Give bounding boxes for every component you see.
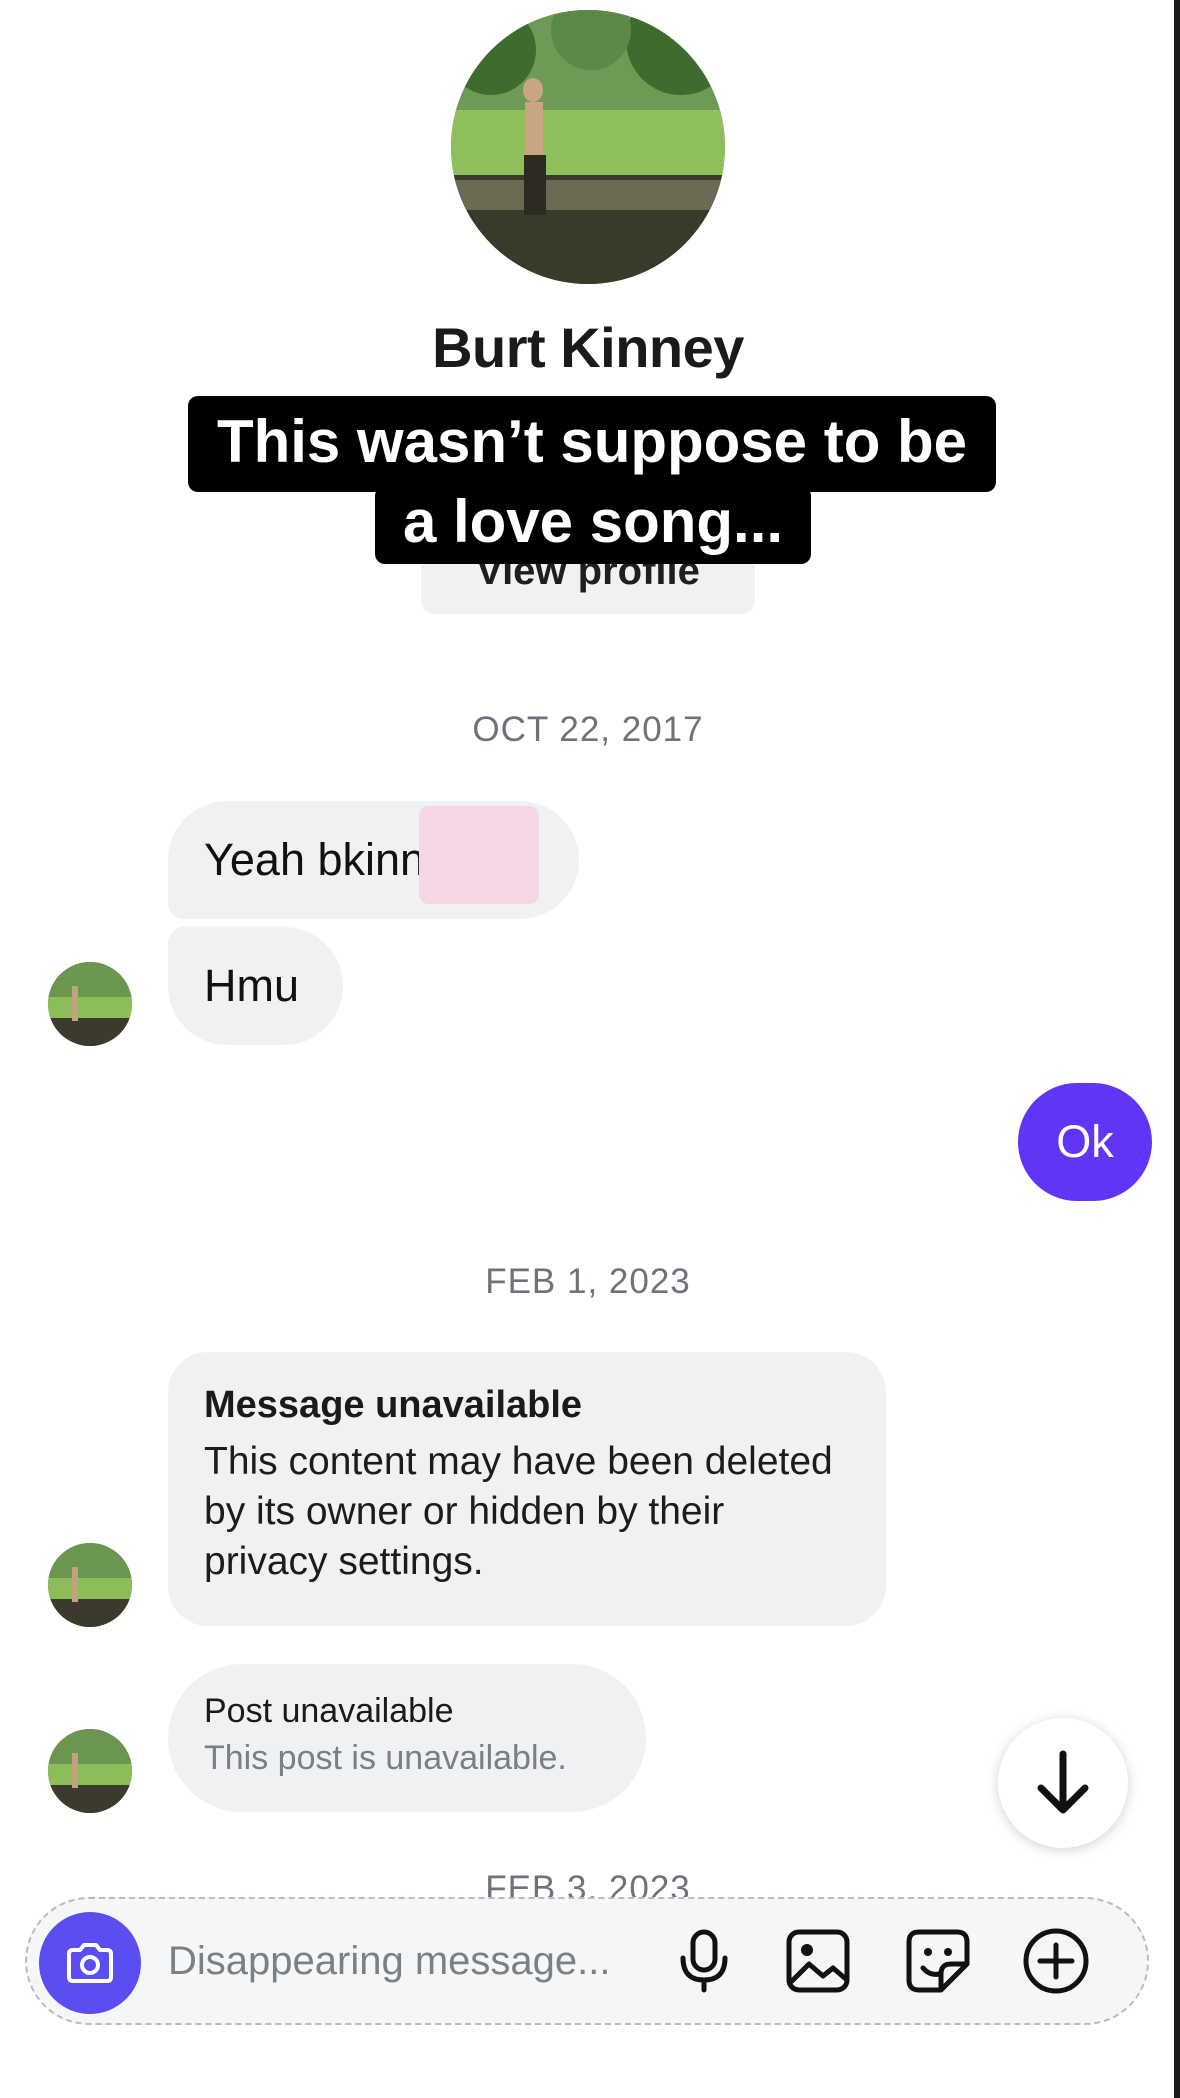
caption-line-1: This wasn’t suppose to be (188, 396, 996, 492)
sender-avatar[interactable] (48, 962, 132, 1046)
unavailable-message[interactable]: Message unavailable This content may hav… (168, 1352, 886, 1626)
camera-icon (67, 1943, 113, 1983)
microphone-icon (680, 1929, 728, 1993)
message-input[interactable] (168, 1926, 648, 1996)
profile-name: Burt Kinney (432, 316, 744, 379)
date-divider: OCT 22, 2017 (472, 710, 704, 749)
unavailable-title: Message unavailable (204, 1384, 583, 1426)
sticker-icon (906, 1929, 970, 1993)
redaction-overlay (419, 806, 539, 904)
camera-button[interactable] (39, 1912, 141, 2014)
scroll-down-arrow-icon (1037, 1750, 1089, 1814)
date-divider: FEB 1, 2023 (485, 1262, 691, 1301)
outgoing-message[interactable]: Ok (1018, 1083, 1152, 1201)
gallery-button[interactable] (778, 1921, 858, 2001)
sender-avatar[interactable] (48, 1729, 132, 1813)
post-unavailable-title: Post unavailable (204, 1692, 454, 1730)
date-divider-partial: FEB 3, 2023 (485, 1873, 691, 1899)
profile-avatar[interactable] (451, 10, 725, 284)
add-button[interactable] (1016, 1921, 1096, 2001)
microphone-button[interactable] (664, 1921, 744, 2001)
unavailable-description: This content may have been deleted by it… (204, 1440, 833, 1583)
sticker-button[interactable] (898, 1921, 978, 2001)
caption-line-2: a love song... (375, 486, 811, 564)
scroll-to-bottom-button[interactable] (998, 1718, 1128, 1848)
add-icon (1023, 1928, 1089, 1994)
gallery-icon (786, 1929, 850, 1993)
post-unavailable-message[interactable]: Post unavailable This post is unavailabl… (168, 1664, 646, 1812)
sender-avatar[interactable] (48, 1543, 132, 1627)
incoming-message[interactable]: Hmu (168, 927, 343, 1045)
post-unavailable-description: This post is unavailable. (204, 1739, 567, 1777)
